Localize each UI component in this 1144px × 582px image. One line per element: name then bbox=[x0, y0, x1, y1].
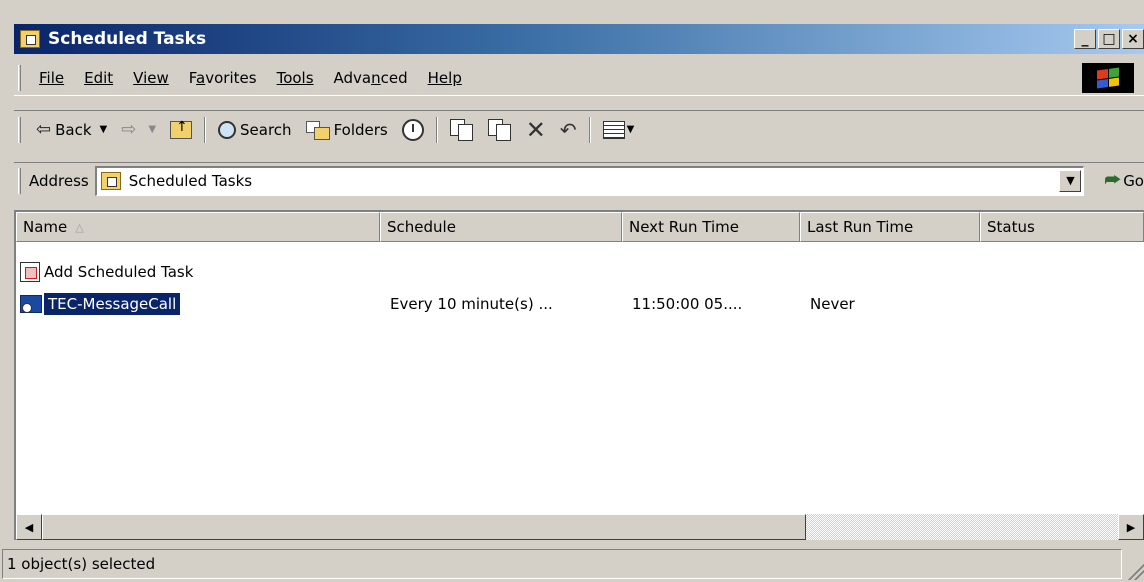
address-value: Scheduled Tasks bbox=[128, 172, 253, 190]
address-bar: Address Scheduled Tasks ▼ ⮫ Go bbox=[14, 162, 1144, 198]
menu-file-label: File bbox=[39, 68, 65, 87]
back-dropdown-icon[interactable]: ▼ bbox=[100, 124, 108, 135]
menu-tools[interactable]: Tools bbox=[267, 69, 324, 87]
up-button[interactable] bbox=[163, 115, 199, 145]
explorer-window: Scheduled Tasks _ □ × File Edit View Fav… bbox=[0, 0, 1144, 582]
toolbar-separator bbox=[204, 116, 207, 143]
go-button[interactable]: ⮫ Go bbox=[1104, 170, 1144, 191]
delete-icon: ✕ bbox=[525, 115, 546, 144]
menu-bar: File Edit View Favorites Tools Advanced … bbox=[14, 60, 1144, 96]
go-arrow-icon: ⮫ bbox=[1104, 170, 1122, 191]
menu-tools-label: Tools bbox=[276, 68, 314, 87]
window-title: Scheduled Tasks bbox=[48, 29, 207, 49]
move-to-button[interactable] bbox=[443, 115, 481, 145]
scheduled-tasks-folder-icon bbox=[20, 30, 40, 48]
views-icon bbox=[602, 120, 625, 139]
search-label: Search bbox=[240, 120, 292, 139]
close-button[interactable]: × bbox=[1122, 29, 1144, 49]
window-controls: _ □ × bbox=[1074, 29, 1144, 49]
item-name: Add Scheduled Task bbox=[44, 263, 194, 281]
column-header-name-label: Name bbox=[23, 218, 68, 236]
address-dropdown-button[interactable]: ▼ bbox=[1059, 169, 1082, 192]
status-text: 1 object(s) selected bbox=[2, 549, 1122, 579]
undo-icon: ↶ bbox=[559, 117, 577, 142]
column-header-status[interactable]: Status bbox=[980, 212, 1144, 242]
search-button[interactable]: Search bbox=[211, 115, 299, 145]
scroll-right-button[interactable]: ▶ bbox=[1118, 514, 1144, 540]
sort-ascending-icon: △ bbox=[75, 220, 84, 234]
folders-label: Folders bbox=[333, 120, 388, 139]
menu-bar-grip[interactable] bbox=[18, 64, 21, 91]
forward-arrow-icon: ⇨ bbox=[121, 119, 137, 140]
item-name: TEC-MessageCall bbox=[44, 293, 181, 315]
undo-button[interactable]: ↶ bbox=[553, 115, 584, 145]
scheduled-tasks-folder-icon bbox=[100, 172, 121, 190]
add-task-icon bbox=[20, 262, 40, 282]
resize-grip-icon[interactable] bbox=[1126, 562, 1144, 580]
back-button[interactable]: ⇦ Back ▼ bbox=[29, 115, 114, 145]
menu-view[interactable]: View bbox=[123, 69, 179, 87]
status-bar: 1 object(s) selected bbox=[0, 546, 1144, 582]
menu-help[interactable]: Help bbox=[418, 69, 472, 87]
move-to-icon bbox=[449, 118, 474, 141]
minimize-button[interactable]: _ bbox=[1074, 29, 1096, 49]
address-label: Address bbox=[28, 171, 89, 190]
back-label: Back bbox=[55, 120, 92, 139]
title-bar[interactable]: Scheduled Tasks _ □ × bbox=[14, 24, 1144, 54]
list-item[interactable]: TEC-MessageCall Every 10 minute(s) ... 1… bbox=[16, 288, 1142, 320]
task-list-view[interactable]: Name △ Schedule Next Run Time Last Run T… bbox=[14, 210, 1144, 540]
forward-dropdown-icon[interactable]: ▼ bbox=[148, 124, 156, 135]
windows-logo-icon bbox=[1082, 63, 1134, 93]
copy-to-icon bbox=[487, 118, 512, 141]
standard-toolbar: ⇦ Back ▼ ⇨ ▼ Search Folders bbox=[14, 110, 1144, 148]
windows-flag-icon bbox=[1097, 67, 1119, 89]
scheduled-task-icon bbox=[20, 295, 42, 313]
views-button[interactable]: ▼ bbox=[596, 115, 642, 145]
menu-file[interactable]: File bbox=[29, 69, 74, 87]
menu-view-label: View bbox=[133, 68, 169, 87]
search-icon bbox=[218, 120, 237, 139]
toolbar-separator bbox=[435, 116, 438, 143]
address-bar-grip[interactable] bbox=[18, 167, 21, 194]
menu-advanced[interactable]: Advanced bbox=[324, 69, 418, 87]
forward-button[interactable]: ⇨ ▼ bbox=[114, 115, 163, 145]
column-header-next-run-time[interactable]: Next Run Time bbox=[622, 212, 800, 242]
cell-next-run-time: 11:50:00 05.... bbox=[632, 295, 743, 313]
cell-name: Add Scheduled Task bbox=[16, 256, 380, 288]
menu-edit[interactable]: Edit bbox=[74, 69, 123, 87]
toolbar-grip[interactable] bbox=[18, 116, 21, 143]
column-headers: Name △ Schedule Next Run Time Last Run T… bbox=[16, 212, 1144, 242]
scroll-thumb[interactable] bbox=[42, 514, 806, 540]
folders-icon bbox=[305, 120, 330, 140]
menu-favorites[interactable]: Favorites bbox=[179, 69, 267, 87]
history-button[interactable] bbox=[395, 115, 431, 145]
toolbar-separator bbox=[588, 116, 591, 143]
cell-schedule: Every 10 minute(s) ... bbox=[390, 295, 553, 313]
column-header-last-run-time[interactable]: Last Run Time bbox=[800, 212, 980, 242]
copy-to-button[interactable] bbox=[481, 115, 519, 145]
cell-name: TEC-MessageCall bbox=[16, 288, 380, 320]
delete-button[interactable]: ✕ bbox=[519, 115, 553, 145]
column-header-schedule[interactable]: Schedule bbox=[380, 212, 622, 242]
up-folder-icon bbox=[170, 119, 193, 139]
scroll-left-button[interactable]: ◀ bbox=[16, 514, 42, 540]
cell-last-run-time: Never bbox=[810, 295, 855, 313]
list-item[interactable]: Add Scheduled Task bbox=[16, 256, 1142, 288]
menu-edit-label: Edit bbox=[84, 68, 114, 87]
back-arrow-icon: ⇦ bbox=[36, 119, 52, 140]
column-header-name[interactable]: Name △ bbox=[16, 212, 380, 242]
folders-button[interactable]: Folders bbox=[299, 115, 395, 145]
go-label: Go bbox=[1123, 171, 1144, 190]
views-dropdown-icon: ▼ bbox=[626, 124, 635, 135]
history-icon bbox=[401, 118, 424, 141]
address-input[interactable]: Scheduled Tasks ▼ bbox=[94, 165, 1085, 196]
horizontal-scrollbar[interactable]: ◀ ▶ bbox=[16, 514, 1144, 540]
maximize-button[interactable]: □ bbox=[1098, 29, 1120, 49]
menu-help-label: Help bbox=[427, 68, 462, 87]
